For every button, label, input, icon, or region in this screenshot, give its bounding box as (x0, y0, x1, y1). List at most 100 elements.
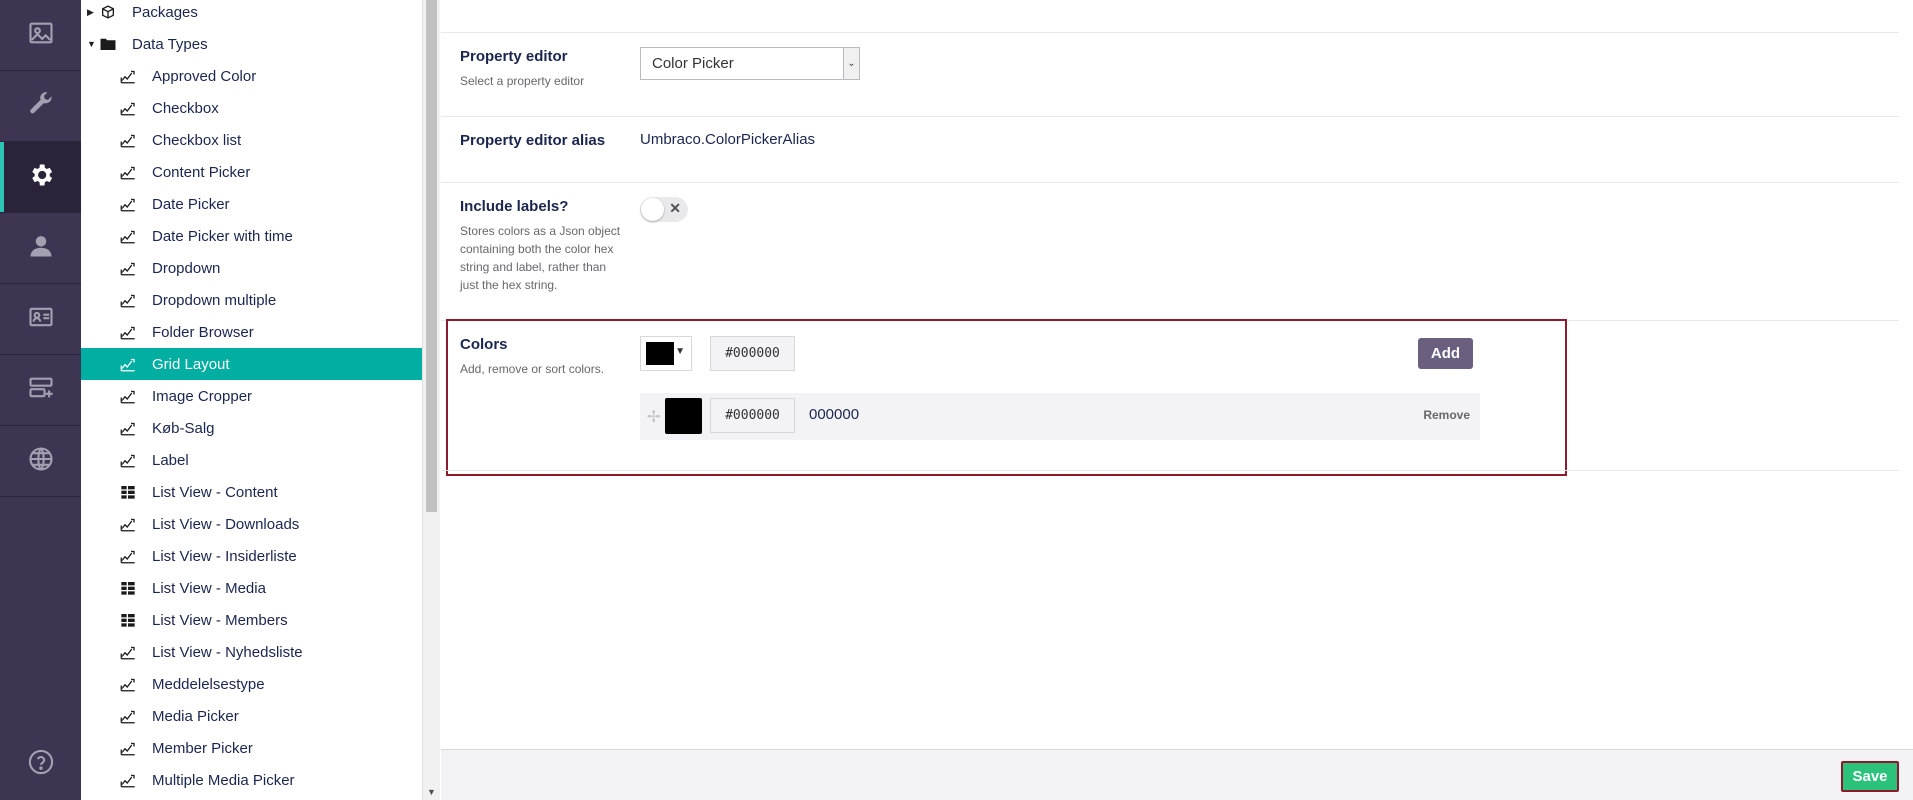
datatype-icon (119, 355, 137, 373)
caret-down-icon[interactable]: ▼ (87, 39, 96, 49)
divider (441, 116, 1899, 117)
editor-footer: Save (441, 749, 1913, 800)
tree-item[interactable]: Member Picker (81, 732, 422, 764)
datatype-icon (119, 387, 137, 405)
tree-item[interactable]: Approved Color (81, 60, 422, 92)
tree-item[interactable]: List View - Members (81, 604, 422, 636)
tree-item[interactable]: List View - Media (81, 572, 422, 604)
datatype-icon (119, 67, 137, 85)
colors-label: Colors (460, 336, 508, 353)
tree-scrollbar[interactable]: ▼ (423, 0, 440, 800)
property-editor-select[interactable]: Color Picker ⌄ (640, 47, 860, 80)
section-developer[interactable] (0, 142, 81, 213)
alias-label: Property editor alias (460, 132, 606, 149)
tree-item[interactable]: List View - Downloads (81, 508, 422, 540)
tree-item[interactable]: Meddelelsestype (81, 668, 422, 700)
datatype-icon (119, 643, 137, 661)
alias-value: Umbraco.ColorPickerAlias (640, 131, 816, 148)
tree-item[interactable]: Media Picker (81, 700, 422, 732)
tree-item[interactable]: List View - Nyhedsliste (81, 636, 422, 668)
scrollbar-thumb[interactable] (426, 0, 437, 512)
datatype-icon (119, 547, 137, 565)
tree-item-label: Meddelelsestype (152, 675, 265, 693)
tree-item[interactable]: Checkbox (81, 92, 422, 124)
globe-icon (27, 445, 55, 478)
remove-color-button[interactable]: Remove (1423, 408, 1470, 422)
section-translation[interactable] (0, 426, 81, 497)
divider (441, 32, 1899, 33)
datatype-icon (119, 227, 137, 245)
tree-item[interactable]: Dropdown multiple (81, 284, 422, 316)
tree-item[interactable]: Date Picker with time (81, 220, 422, 252)
tree-item[interactable]: List View - Content (81, 476, 422, 508)
section-settings-tools[interactable] (0, 71, 81, 142)
include-labels-toggle[interactable]: ✕ (640, 197, 688, 222)
datatype-icon (119, 323, 137, 341)
listview-icon (119, 579, 137, 597)
tree-item[interactable]: Date Picker (81, 188, 422, 220)
tree-item-label: Checkbox (152, 99, 219, 117)
property-editor-label: Property editor (460, 48, 568, 65)
caret-right-icon[interactable]: ▶ (87, 7, 95, 18)
user-icon (27, 232, 55, 265)
datatype-icon (119, 515, 137, 533)
tree-item-label: Multiple Media Picker (152, 771, 295, 789)
editor-panel: Property editor Select a property editor… (441, 0, 1913, 800)
drag-handle-icon[interactable]: ✢ (647, 407, 660, 427)
tree-item-label: Date Picker with time (152, 227, 293, 245)
tree-item[interactable]: Multiple Media Picker (81, 764, 422, 796)
help-icon (27, 748, 55, 781)
tree-item[interactable]: Folder Browser (81, 316, 422, 348)
datatype-icon (119, 259, 137, 277)
tree-item[interactable]: Image Cropper (81, 380, 422, 412)
tree-item[interactable]: Køb-Salg (81, 412, 422, 444)
color-swatch (665, 398, 702, 434)
tree-item[interactable]: Label (81, 444, 422, 476)
tree-panel: ▶ Packages ▼ Data Types Approved Color Ch… (81, 0, 423, 800)
section-media[interactable] (0, 0, 81, 71)
section-users[interactable] (0, 213, 81, 284)
toggle-knob (641, 198, 664, 221)
umbraco-app: ▶ Packages ▼ Data Types Approved Color Ch… (0, 0, 1913, 800)
tree-item[interactable]: Checkbox list (81, 124, 422, 156)
tree-item-label: Approved Color (152, 67, 257, 85)
listview-icon (119, 483, 137, 501)
datatype-icon (119, 99, 137, 117)
color-swatch-picker[interactable]: ▼ (640, 336, 692, 371)
tree-item-label: Data Types (132, 35, 208, 53)
tree-item[interactable]: Grid Layout (81, 348, 422, 380)
datatype-icon (119, 675, 137, 693)
chevron-down-icon: ⌄ (843, 48, 859, 79)
listview-icon (119, 611, 137, 629)
close-icon: ✕ (669, 200, 681, 216)
tree-item-label: List View - Downloads (152, 515, 300, 533)
divider (441, 182, 1899, 183)
datatype-icon (119, 419, 137, 437)
new-color-hex-input[interactable]: #000000 (710, 336, 795, 371)
section-members[interactable] (0, 284, 81, 355)
datatype-icon (119, 739, 137, 757)
tree-item[interactable]: List View - Insiderliste (81, 540, 422, 572)
save-button[interactable]: Save (1841, 761, 1899, 792)
tree-item-label: Dropdown multiple (152, 291, 277, 309)
colors-desc: Add, remove or sort colors. (460, 362, 605, 376)
section-forms[interactable] (0, 355, 81, 426)
tree-item-packages[interactable]: ▶ Packages (81, 0, 422, 28)
wrench-icon (27, 90, 55, 123)
tree-item-label: Label (152, 451, 189, 469)
include-labels-label: Include labels? (460, 198, 569, 215)
tree-item-data-types[interactable]: ▼ Data Types (81, 28, 422, 60)
scroll-down-icon[interactable]: ▼ (423, 783, 440, 800)
tree-item-label: Date Picker (152, 195, 230, 213)
add-color-button[interactable]: Add (1418, 338, 1473, 369)
tree-item-label: Packages (132, 3, 198, 21)
tree-item[interactable]: Content Picker (81, 156, 422, 188)
color-item-row[interactable]: ✢ #000000 000000 Remove (640, 393, 1480, 440)
tree-item[interactable]: Dropdown (81, 252, 422, 284)
help-button[interactable] (0, 729, 81, 800)
tree-item-label: Media Picker (152, 707, 239, 725)
datatype-icon (119, 163, 137, 181)
caret-down-icon: ▼ (675, 346, 685, 357)
select-value: Color Picker (652, 55, 734, 72)
tree-item-label: Køb-Salg (152, 419, 215, 437)
